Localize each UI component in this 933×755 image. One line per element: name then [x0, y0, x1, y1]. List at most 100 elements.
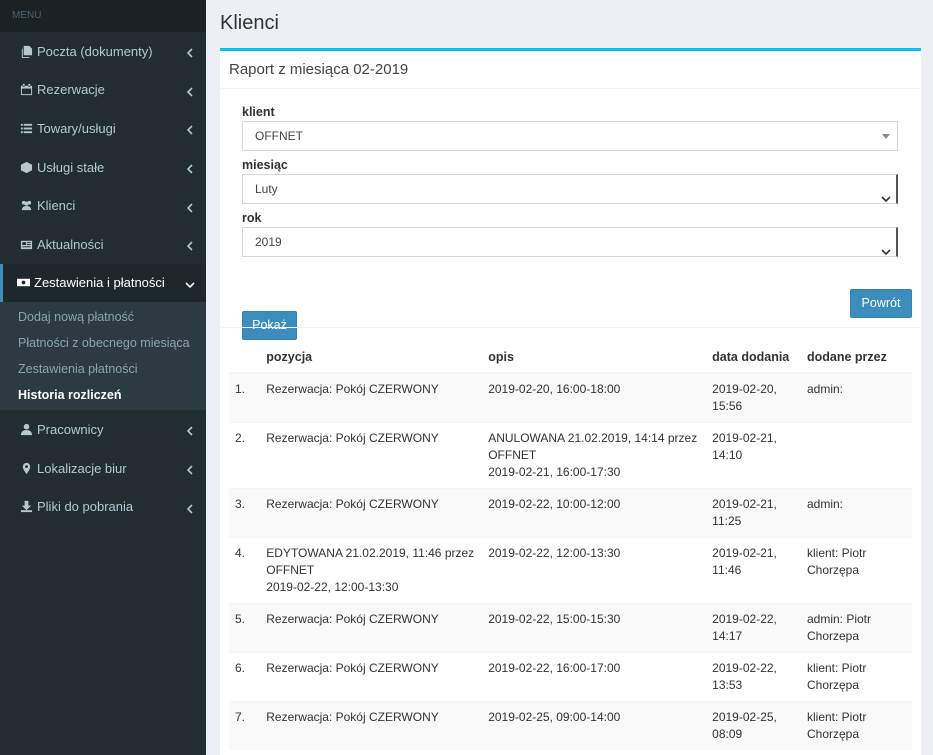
cell-pozycja: Rezerwacja: Pokój CZERWONY	[260, 372, 483, 423]
cell-data-dodania: 2019-02-22, 13:53	[706, 652, 801, 702]
cell-data-dodania-line: 13:53	[712, 678, 743, 692]
chevron-down-icon	[881, 185, 891, 203]
cell-data-dodania-line: 11:46	[712, 563, 742, 577]
year-select[interactable]: 2019	[242, 227, 898, 257]
cell-data-dodania: 2019-02-21, 14:10	[706, 422, 801, 489]
submenu-item[interactable]: Płatności z obecnego miesiąca	[0, 330, 206, 356]
submenu-item[interactable]: Dodaj nową płatność	[0, 304, 206, 330]
sidebar-item-pliki-do-pobrania[interactable]: Pliki do pobrania	[0, 487, 206, 526]
cell-opis-line: 2019-02-22, 16:00-17:00	[488, 661, 621, 675]
download-icon	[19, 500, 33, 514]
calendar-icon	[19, 83, 33, 97]
cell-pozycja-line: Rezerwacja: Pokój CZERWONY	[266, 661, 439, 675]
cell-opis-line: 2019-02-22, 15:00-15:30	[488, 612, 621, 626]
cell-data-dodania-line: 2019-02-20,	[712, 382, 777, 396]
col-header-pozycja: pozycja	[260, 341, 483, 374]
sidebar-item-label: Pracownicy	[37, 421, 104, 437]
cell-dodane-przez-line: Chorzępa	[806, 678, 860, 692]
sidebar-menu: Poczta (dokumenty) Rezerwacje Towary/usług…	[0, 32, 206, 526]
chevron-left-icon	[186, 85, 194, 97]
table-row: 2. Rezerwacja: Pokój CZERWONY ANULOWANA 21…	[229, 422, 912, 489]
box-title: Raport z miesiąca 02-2019	[220, 51, 921, 89]
cell-opis: 2019-02-22, 10:00-12:00	[482, 488, 707, 538]
row-number: 1.	[229, 372, 261, 423]
report-form: klient OFFNET miesiąc Luty rok 2019 Poka…	[242, 103, 898, 340]
cell-pozycja-line: EDYTOWANA 21.02.2019, 11:46 przez	[266, 546, 475, 560]
cell-opis-line: 2019-02-22, 12:00-13:30	[488, 546, 621, 560]
chevron-left-icon	[186, 502, 194, 514]
col-header-data: data dodania	[706, 341, 801, 374]
table-row: 1. Rezerwacja: Pokój CZERWONY 2019-02-20, …	[229, 372, 912, 423]
table-row: 4. EDYTOWANA 21.02.2019, 11:46 przez OFFNE…	[229, 537, 912, 604]
sidebar-item-zestawienia-i-płatności[interactable]: Zestawienia i płatności	[0, 263, 206, 303]
month-select[interactable]: Luty	[242, 174, 898, 204]
sidebar-item-lokalizacje-biur[interactable]: Lokalizacje biur	[0, 449, 206, 488]
cell-data-dodania-line: 08:09	[712, 727, 743, 741]
chevron-left-icon	[186, 201, 194, 213]
cell-pozycja-line: Rezerwacja: Pokój CZERWONY	[266, 382, 439, 396]
table-row: 7. Rezerwacja: Pokój CZERWONY 2019-02-25, …	[229, 701, 912, 750]
main-content: Klienci Raport z miesiąca 02-2019 klient…	[206, 0, 933, 755]
cell-dodane-przez-line: klient: Piotr	[806, 661, 867, 675]
cell-data-dodania-line: 2019-02-21,	[712, 431, 777, 445]
sidebar-item-towary-usługi[interactable]: Towary/usługi	[0, 109, 206, 148]
sidebar-item-label: Zestawienia i płatności	[34, 275, 165, 291]
sidebar-item-rezerwacje[interactable]: Rezerwacje	[0, 71, 206, 110]
cell-opis: 2019-02-22, 16:00-17:00	[482, 652, 707, 702]
cell-data-dodania: 2019-02-22, 14:17	[706, 603, 801, 653]
sidebar-item-aktualności[interactable]: Aktualności	[0, 225, 206, 264]
cell-pozycja-line: OFFNET	[266, 563, 315, 577]
col-header-num	[229, 341, 261, 374]
chevron-left-icon	[186, 162, 194, 174]
sidebar-item-label: Aktualności	[37, 236, 104, 252]
chevron-left-icon	[186, 123, 194, 136]
cell-pozycja-line: Rezerwacja: Pokój CZERWONY	[266, 431, 439, 445]
cell-dodane-przez: klient: Piotr Chorzępa	[800, 652, 912, 702]
report-table: pozycja opis data dodania dodane przez 1…	[229, 341, 912, 750]
submenu: Dodaj nową płatność Płatności z obecnego …	[0, 302, 206, 411]
cell-data-dodania: 2019-02-25, 08:09	[706, 701, 801, 750]
cell-opis-line: 2019-02-20, 16:00-18:00	[488, 382, 621, 396]
row-number: 5.	[229, 603, 261, 653]
list-icon	[19, 121, 33, 135]
table-row: 5. Rezerwacja: Pokój CZERWONY 2019-02-22, …	[229, 603, 912, 653]
cell-opis-line: 2019-02-22, 10:00-12:00	[488, 497, 621, 511]
sidebar-item-poczta-dokumenty-[interactable]: Poczta (dokumenty)	[0, 32, 206, 71]
cell-data-dodania: 2019-02-21, 11:46	[706, 537, 801, 604]
chevron-left-icon	[186, 239, 194, 251]
cell-data-dodania-line: 14:17	[712, 629, 743, 643]
cell-data-dodania-line: 14:10	[712, 448, 743, 462]
cell-dodane-przez-line: Chorzępa	[806, 727, 860, 741]
cell-dodane-przez-line: Chorzępa	[806, 563, 860, 577]
cell-dodane-przez: admin:	[800, 372, 912, 423]
chevron-left-icon	[186, 46, 194, 58]
sidebar-item-pracownicy[interactable]: Pracownicy	[0, 410, 206, 449]
cell-data-dodania-line: 2019-02-22,	[712, 661, 777, 675]
cell-pozycja-line: Rezerwacja: Pokój CZERWONY	[266, 497, 439, 511]
sidebar-item-usługi-stałe[interactable]: Usługi stałe	[0, 148, 206, 187]
cell-pozycja: Rezerwacja: Pokój CZERWONY	[260, 422, 483, 489]
cell-dodane-przez: klient: Piotr Chorzępa	[800, 701, 912, 750]
submenu-item[interactable]: Zestawienia płatności	[0, 356, 206, 382]
report-box: Raport z miesiąca 02-2019 klient OFFNET …	[220, 48, 921, 755]
submenu-item[interactable]: Historia rozliczeń	[0, 382, 206, 408]
cell-pozycja: EDYTOWANA 21.02.2019, 11:46 przez OFFNET 2…	[260, 537, 483, 604]
cell-dodane-przez-line: klient: Piotr	[806, 710, 867, 724]
col-header-dodane-przez: dodane przez	[800, 341, 912, 374]
cell-pozycja-line: Rezerwacja: Pokój CZERWONY	[266, 612, 439, 626]
cell-pozycja: Rezerwacja: Pokój CZERWONY	[260, 488, 483, 538]
sidebar-item-label: Klienci	[37, 198, 76, 214]
chevron-down-icon	[185, 278, 195, 288]
cell-dodane-przez-line: admin:	[806, 497, 844, 511]
cell-data-dodania-line: 2019-02-22,	[712, 612, 777, 626]
show-button[interactable]: Pokaż	[242, 311, 297, 340]
client-select[interactable]: OFFNET	[242, 121, 898, 151]
cell-data-dodania-line: 2019-02-21,	[712, 546, 777, 560]
menu-header: MENU	[0, 0, 206, 32]
cell-dodane-przez-line: Chorzepa	[806, 629, 860, 643]
copy-icon	[19, 44, 33, 58]
cell-opis-line: 2019-02-25, 09:00-14:00	[488, 710, 621, 724]
sidebar-item-label: Rezerwacje	[37, 82, 105, 98]
sidebar-item-klienci[interactable]: Klienci	[0, 186, 206, 225]
back-button[interactable]: Powrót	[850, 289, 912, 318]
